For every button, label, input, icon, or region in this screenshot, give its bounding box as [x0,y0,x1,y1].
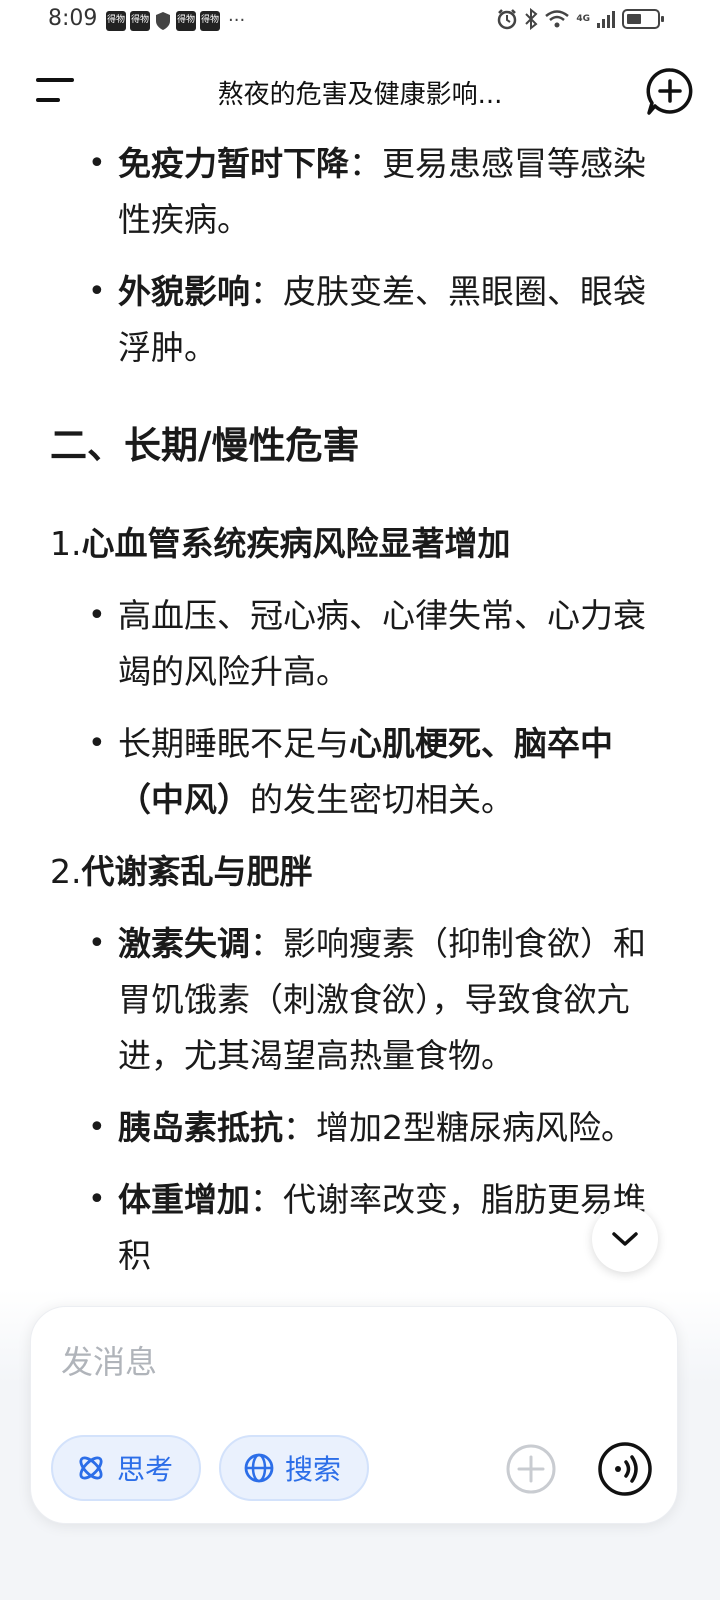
bullet-text: 高血压、冠心病、心律失常、心力衰竭的风险升高。 [118,596,646,691]
message-input[interactable] [61,1337,621,1387]
battery-level [627,14,641,24]
app-notification-icon: 得物 [200,10,220,31]
bluetooth-icon [525,8,538,30]
top-bar: 熬夜的危害及健康影响... [0,50,720,134]
think-label: 思考 [117,1453,174,1486]
bullet-text: 长期睡眠不足与 [118,724,349,763]
list-item: 免疫力暂时下降：更易患感冒等感染性疾病。 [0,136,720,248]
item-number: 1. [50,524,82,563]
app-notification-icon: 得物 [106,10,126,31]
battery-icon [622,9,664,29]
item-number: 2. [50,852,82,891]
bullet-bold: 体重增加 [118,1180,250,1219]
scroll-to-bottom-button[interactable] [592,1206,658,1272]
item-title: 心血管系统疾病风险显著增加 [81,524,511,563]
list-item: 高血压、冠心病、心律失常、心力衰竭的风险升高。 [0,588,720,700]
search-toggle-button[interactable]: 搜索 [219,1435,369,1501]
menu-button[interactable] [34,72,78,112]
app-notification-icon: 得物 [130,10,150,31]
bullet-bold: 激素失调 [118,924,250,963]
ordered-item: 1.心血管系统疾病风险显著增加 [0,516,720,572]
menu-icon-line [36,98,60,102]
system-icons: 4G [496,8,664,30]
list-item: 长期睡眠不足与心肌梗死、脑卒中（中风）的发生密切相关。 [0,716,720,828]
network-type: 4G [576,14,590,24]
bullet-text: ：增加2型糖尿病风险。 [283,1108,634,1147]
atom-icon [79,1456,103,1480]
search-label: 搜索 [285,1453,342,1486]
new-chat-icon[interactable] [644,66,696,118]
page-title[interactable]: 熬夜的危害及健康影响... [160,74,560,111]
wifi-icon [545,10,570,28]
bullet-bold: 免疫力暂时下降 [118,144,349,183]
notification-icons: 得物 得物 得物 得物 ··· [106,10,245,31]
status-time: 8:09 [48,6,98,31]
alarm-icon [498,9,517,30]
list-item: 激素失调：影响瘦素（抑制食欲）和胃饥饿素（刺激食欲），导致食欲亢进，尤其渴望高热… [0,916,720,1084]
list-item: 胰岛素抵抗：增加2型糖尿病风险。 [0,1100,720,1156]
more-notifications-icon: ··· [228,10,246,31]
section-heading: 二、长期/慢性危害 [50,424,360,467]
voice-icon[interactable] [597,1441,653,1497]
plus-icon[interactable] [505,1443,557,1495]
chat-content[interactable]: 免疫力暂时下降：更易患感冒等感染性疾病。 外貌影响：皮肤变差、黑眼圈、眼袋浮肿。… [0,130,720,1308]
item-title: 代谢紊乱与肥胖 [81,852,313,891]
bullet-bold: 外貌影响 [118,272,250,311]
bullet-bold: 胰岛素抵抗 [118,1108,283,1147]
think-toggle-button[interactable]: 思考 [51,1435,201,1501]
app-notification-icon: 得物 [176,10,196,31]
shield-icon [156,11,170,30]
signal-icon [597,11,615,28]
list-item: 外貌影响：皮肤变差、黑眼圈、眼袋浮肿。 [0,264,720,376]
message-composer: 思考 搜索 [30,1306,678,1524]
bullet-text: 的发生密切相关。 [250,780,514,819]
chevron-down-icon [612,1232,638,1246]
status-bar: 8:09 得物 得物 得物 得物 ··· 4G [0,0,720,44]
globe-icon [244,1453,274,1483]
menu-icon [36,78,74,82]
ordered-item: 2.代谢紊乱与肥胖 [0,844,720,900]
